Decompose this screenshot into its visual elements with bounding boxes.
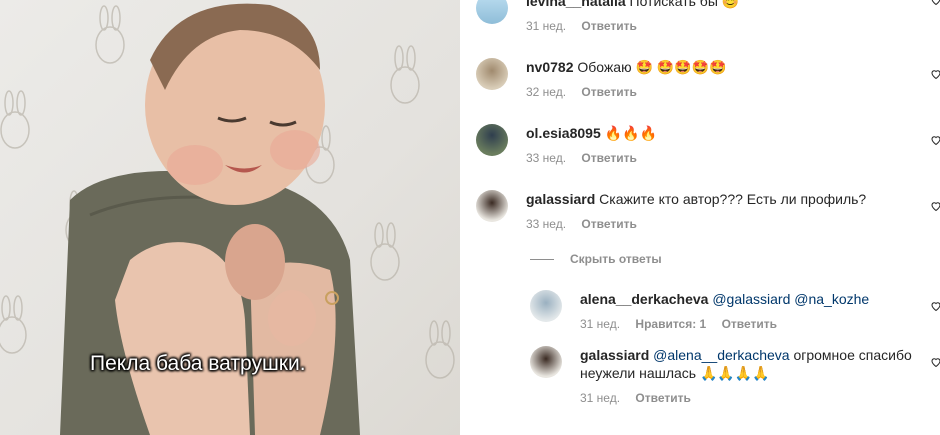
comment-meta: 31 нед. Ответить [526, 19, 649, 33]
comment-text: 🔥🔥🔥 [604, 125, 657, 141]
comment-username[interactable]: ol.esia8095 [526, 125, 601, 141]
avatar[interactable] [530, 290, 562, 322]
comment-body: levina__natalia Потискать бы 😊 [526, 0, 739, 10]
reply-button[interactable]: Ответить [581, 217, 636, 231]
reply-body: alena__derkacheva @galassiard @na_kozhe [580, 290, 869, 308]
avatar[interactable] [530, 346, 562, 378]
reply-button[interactable]: Ответить [581, 85, 636, 99]
comment-username[interactable]: galassiard [526, 191, 595, 207]
hide-replies-label: Скрыть ответы [570, 252, 662, 266]
comment-meta: 33 нед. Ответить [526, 151, 649, 165]
comment-body: galassiard Скажите кто автор??? Есть ли … [526, 190, 866, 208]
reply-button[interactable]: Ответить [722, 317, 777, 331]
video-player[interactable]: Пекла баба ватрушки. [0, 0, 460, 435]
likes-count[interactable]: Нравится: 1 [635, 317, 706, 331]
comment-meta: 32 нед. Ответить [526, 85, 649, 99]
reply-mention[interactable]: @alena__derkacheva [653, 347, 789, 363]
like-heart-icon[interactable] [930, 356, 940, 368]
comment-text: Скажите кто автор??? Есть ли профиль? [599, 191, 867, 207]
reply-meta: 31 нед. Ответить [580, 391, 703, 405]
reply-meta: 31 нед. Нравится: 1 Ответить [580, 317, 789, 331]
comment-text: Обожаю 🤩 🤩🤩🤩🤩 [577, 59, 727, 75]
reply-body: galassiard @alena__derkacheva огромное с… [580, 346, 920, 382]
reply-username[interactable]: alena__derkacheva [580, 291, 708, 307]
like-heart-icon[interactable] [930, 134, 940, 146]
reply-time[interactable]: 31 нед. [580, 317, 620, 331]
reply-button[interactable]: Ответить [635, 391, 690, 405]
like-heart-icon[interactable] [930, 300, 940, 312]
reply-mention[interactable]: @galassiard @na_kozhe [712, 291, 869, 307]
comment-username[interactable]: levina__natalia [526, 0, 626, 9]
comment-text: Потискать бы 😊 [629, 0, 740, 9]
hide-replies-button[interactable]: Скрыть ответы [530, 252, 662, 266]
like-heart-icon[interactable] [930, 200, 940, 212]
comments-list[interactable]: levina__natalia Потискать бы 😊 31 нед. О… [460, 0, 940, 435]
avatar[interactable] [476, 190, 508, 222]
divider-line [530, 259, 554, 261]
comment-body: nv0782 Обожаю 🤩 🤩🤩🤩🤩 [526, 58, 727, 76]
comment-time[interactable]: 33 нед. [526, 151, 566, 165]
video-subtitle: Пекла баба ватрушки. [90, 352, 306, 375]
reply-text-line2: неужели нашлась 🙏🙏🙏🙏 [580, 365, 770, 381]
like-heart-icon[interactable] [930, 0, 940, 6]
avatar[interactable] [476, 124, 508, 156]
reply-time[interactable]: 31 нед. [580, 391, 620, 405]
comment-time[interactable]: 33 нед. [526, 217, 566, 231]
comment-meta: 33 нед. Ответить [526, 217, 649, 231]
reply-button[interactable]: Ответить [581, 151, 636, 165]
like-heart-icon[interactable] [930, 68, 940, 80]
comment-username[interactable]: nv0782 [526, 59, 573, 75]
comment-body: ol.esia8095 🔥🔥🔥 [526, 124, 657, 142]
reply-text: огромное спасибо [793, 347, 912, 363]
reply-button[interactable]: Ответить [581, 19, 636, 33]
avatar[interactable] [476, 0, 508, 24]
comment-time[interactable]: 31 нед. [526, 19, 566, 33]
avatar[interactable] [476, 58, 508, 90]
comment-time[interactable]: 32 нед. [526, 85, 566, 99]
reply-username[interactable]: galassiard [580, 347, 649, 363]
